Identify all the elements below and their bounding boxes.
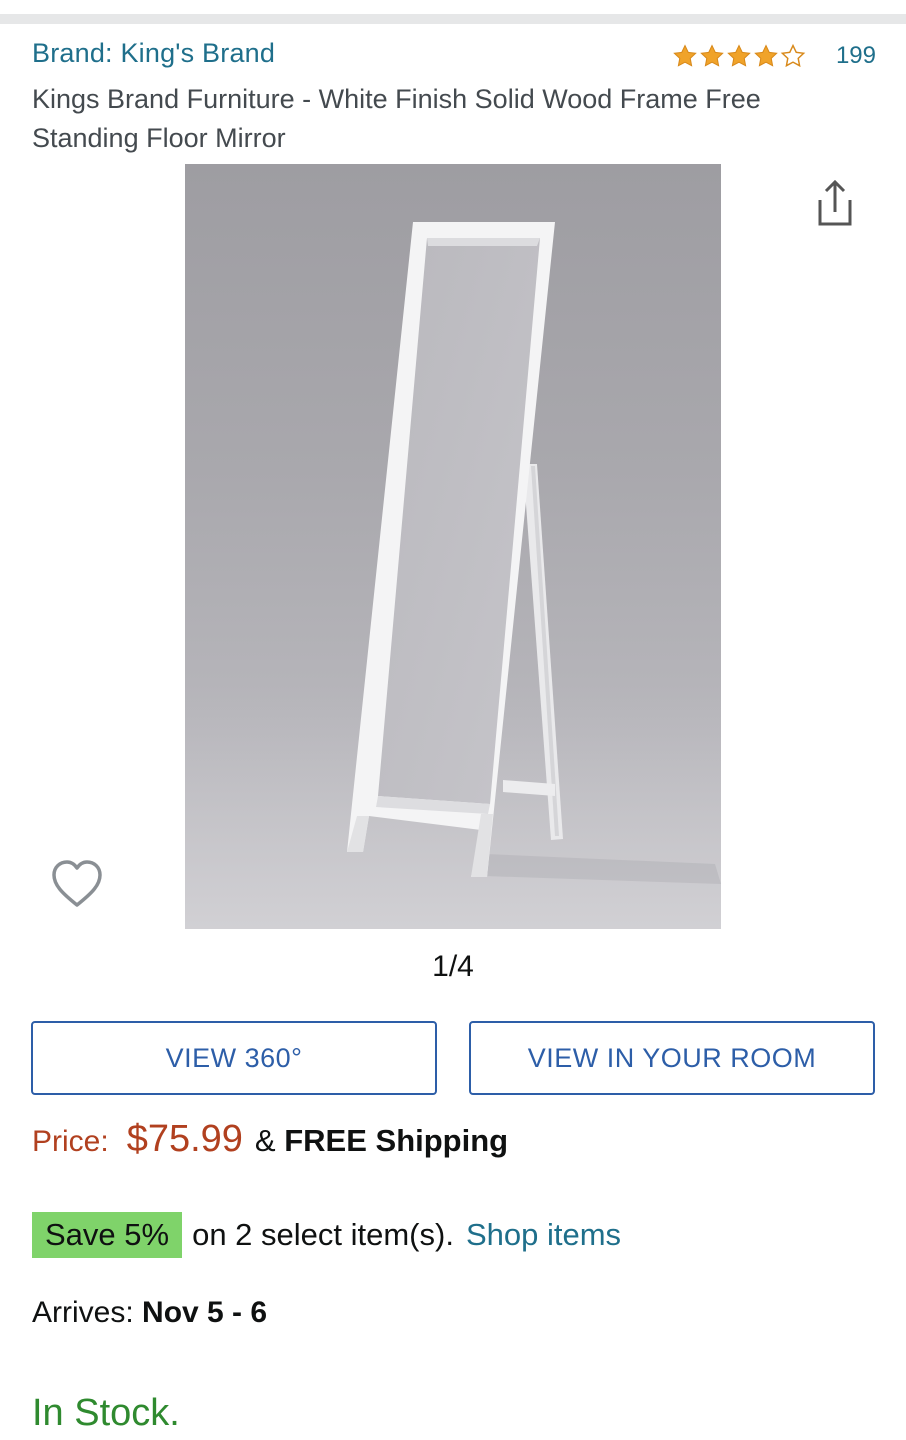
star-full-icon [700, 44, 724, 67]
product-image[interactable] [185, 164, 721, 929]
promo-text: on 2 select item(s). [192, 1217, 454, 1252]
floor-mirror-illustration [185, 222, 721, 929]
product-title: Kings Brand Furniture - White Finish Sol… [32, 84, 761, 153]
star-full-icon [673, 44, 697, 67]
promo-row: Save 5% on 2 select item(s). Shop items [32, 1212, 621, 1258]
free-shipping-text: FREE Shipping [284, 1123, 509, 1158]
rating-count[interactable]: 199 [836, 42, 876, 70]
image-counter: 1/4 [432, 950, 474, 983]
share-button[interactable] [812, 178, 858, 228]
price-value: $75.99 [126, 1118, 243, 1160]
price-row: Price: $75.99 & FREE Shipping [32, 1118, 508, 1161]
delivery-info: Arrives: Nov 5 - 6 [32, 1296, 267, 1330]
heart-outline-icon [52, 860, 102, 907]
view-in-room-button[interactable]: VIEW IN YOUR ROOM [469, 1021, 875, 1095]
share-icon [818, 179, 852, 226]
star-empty-icon [780, 44, 806, 68]
view-360-button[interactable]: VIEW 360° [31, 1021, 437, 1095]
arrives-label: Arrives: [32, 1296, 134, 1329]
arrives-dates: Nov 5 - 6 [142, 1296, 268, 1329]
price-label: Price: [32, 1125, 109, 1158]
save-badge: Save 5% [32, 1212, 183, 1258]
availability-status: In Stock. [32, 1392, 180, 1434]
brand-link[interactable]: Brand: King's Brand [32, 38, 275, 69]
top-divider [0, 14, 906, 24]
shop-items-link[interactable]: Shop items [466, 1217, 621, 1253]
rating[interactable]: 199 [672, 42, 876, 70]
shipping-info: & FREE Shipping [255, 1123, 508, 1159]
shipping-amp: & [254, 1123, 276, 1158]
wishlist-button[interactable] [50, 858, 104, 910]
star-full-icon [727, 44, 751, 67]
star-full-icon [754, 44, 778, 67]
star-rating [672, 44, 806, 68]
